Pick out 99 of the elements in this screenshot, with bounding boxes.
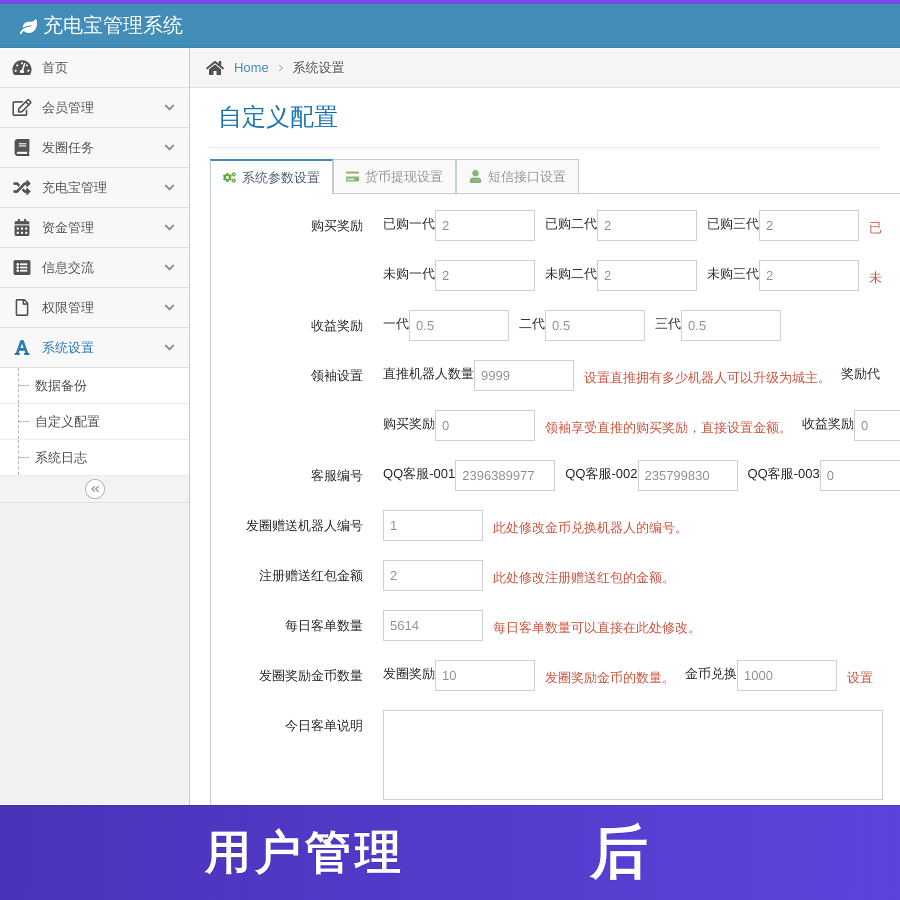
- input-field[interactable]: 10: [435, 660, 535, 691]
- text-area[interactable]: [383, 710, 883, 800]
- input-field[interactable]: 2: [383, 560, 483, 591]
- field-label: 发圈奖励: [383, 666, 435, 681]
- breadcrumb-current: 系统设置: [292, 58, 345, 77]
- field-label: 未购二代: [545, 266, 597, 281]
- hint-text: 已: [869, 220, 882, 235]
- edit-icon: [12, 99, 32, 116]
- sidebar-item[interactable]: 发圈任务: [0, 128, 189, 168]
- sidebar-item[interactable]: 充电宝管理: [0, 168, 189, 208]
- row-label: 发圈赠送机器人编号: [246, 517, 363, 535]
- input-field[interactable]: 1000: [737, 660, 837, 691]
- tab[interactable]: 短信接口设置: [456, 159, 579, 193]
- input-field[interactable]: 9999: [474, 360, 574, 391]
- sidebar-item[interactable]: 首页: [0, 48, 189, 88]
- row-label: 每日客单数量: [285, 617, 363, 635]
- field-label: QQ客服-003: [748, 466, 820, 481]
- submenu-item[interactable]: 系统日志: [35, 448, 87, 468]
- hint-text: 设置直推拥有多少机器人可以升级为城主。: [584, 370, 831, 385]
- submenu-item[interactable]: 自定义配置: [35, 412, 100, 432]
- field-label: QQ客服-002: [565, 466, 638, 481]
- sidebar-item[interactable]: 会员管理: [0, 88, 189, 128]
- row-label: 客服编号: [311, 467, 363, 485]
- text-icon: [12, 339, 32, 356]
- collapse-button[interactable]: [84, 479, 104, 499]
- chevron-icon: [164, 142, 175, 153]
- submenu-item[interactable]: 数据备份: [35, 376, 87, 396]
- row-label: 领袖设置: [311, 367, 363, 385]
- field-label: 已购三代: [707, 216, 759, 231]
- row-label: 注册赠送红包金额: [259, 567, 363, 585]
- row-label: 购买奖励: [311, 217, 363, 235]
- book-icon: [12, 139, 32, 156]
- field-label: 未购三代: [707, 266, 759, 281]
- calendar-icon: [12, 219, 32, 236]
- shuffle-icon: [12, 179, 32, 196]
- input-field[interactable]: 2: [597, 210, 697, 241]
- field-label: 一代: [383, 316, 409, 331]
- tab[interactable]: 系统参数设置: [210, 159, 333, 194]
- hint-text: 设置: [847, 670, 873, 685]
- input-field[interactable]: 5614: [383, 610, 483, 641]
- hint-text: 每日客单数量可以直接在此处修改。: [493, 620, 701, 635]
- home-link[interactable]: Home: [234, 58, 269, 78]
- sidebar-item[interactable]: 资金管理: [0, 208, 189, 248]
- hint-text: 发圈奖励金币的数量。: [545, 670, 675, 685]
- chevron-icon: [164, 102, 175, 113]
- chevron-icon: [164, 302, 175, 313]
- field-label: 金币兑换: [685, 666, 737, 681]
- row-label: 发圈奖励金币数量: [259, 667, 363, 685]
- hint-text: 领袖享受直推的购买奖励，直接设置金额。: [545, 420, 792, 435]
- input-field[interactable]: 2: [759, 260, 859, 291]
- input-field[interactable]: 2396389977: [455, 460, 556, 491]
- sidebar-item[interactable]: 系统设置: [0, 328, 189, 368]
- card-icon: [346, 170, 359, 183]
- field-label: 直推机器人数量: [383, 366, 474, 381]
- banner-text: 用户管理: [205, 825, 405, 880]
- list-icon: [12, 259, 32, 276]
- field-label: 收益奖励: [802, 416, 854, 431]
- input-field[interactable]: 0.5: [409, 310, 509, 341]
- banner-text: 后: [590, 819, 648, 887]
- dashboard-icon: [12, 59, 32, 76]
- home-icon: [206, 58, 224, 76]
- leaf-icon: [20, 18, 37, 34]
- hint-text: 此处修改金币兑换机器人的编号。: [493, 520, 688, 535]
- row-label: 收益奖励: [311, 317, 363, 335]
- field-label: 已购一代: [383, 216, 435, 231]
- input-field[interactable]: 2: [597, 260, 697, 291]
- chevron-icon: [164, 342, 175, 353]
- chevron-icon: [164, 182, 175, 193]
- app-title: 充电宝管理系统: [43, 14, 183, 39]
- input-field[interactable]: 2: [435, 260, 535, 291]
- row-label: 今日客单说明: [285, 717, 363, 735]
- page-title: 自定义配置: [218, 102, 338, 132]
- field-label: 奖励代: [841, 366, 880, 381]
- double-chevron-icon: [90, 484, 100, 494]
- input-field[interactable]: 0.5: [545, 310, 645, 341]
- input-field[interactable]: 0.5: [681, 310, 781, 341]
- gears-icon: [223, 171, 236, 184]
- tab[interactable]: 货币提现设置: [333, 159, 456, 193]
- hint-text: 未: [869, 270, 882, 285]
- input-field[interactable]: 235799830: [638, 460, 738, 491]
- sidebar-item[interactable]: 权限管理: [0, 288, 189, 328]
- field-label: 购买奖励: [383, 416, 435, 431]
- separator-icon: [276, 64, 285, 72]
- input-field[interactable]: 0: [854, 410, 900, 441]
- hint-text: 此处修改注册赠送红包的金额。: [493, 570, 675, 585]
- field-label: 二代: [519, 316, 545, 331]
- field-label: 已购二代: [545, 216, 597, 231]
- input-field[interactable]: 2: [759, 210, 859, 241]
- user-icon: [469, 170, 482, 183]
- input-field[interactable]: 1: [383, 510, 483, 541]
- chevron-icon: [164, 262, 175, 273]
- field-label: 三代: [655, 316, 681, 331]
- sidebar-item[interactable]: 信息交流: [0, 248, 189, 288]
- input-field[interactable]: 2: [435, 210, 535, 241]
- chevron-icon: [164, 222, 175, 233]
- field-label: 未购一代: [383, 266, 435, 281]
- field-label: QQ客服-001: [383, 466, 456, 481]
- input-field[interactable]: 0: [435, 410, 535, 441]
- input-field[interactable]: 0: [820, 460, 900, 491]
